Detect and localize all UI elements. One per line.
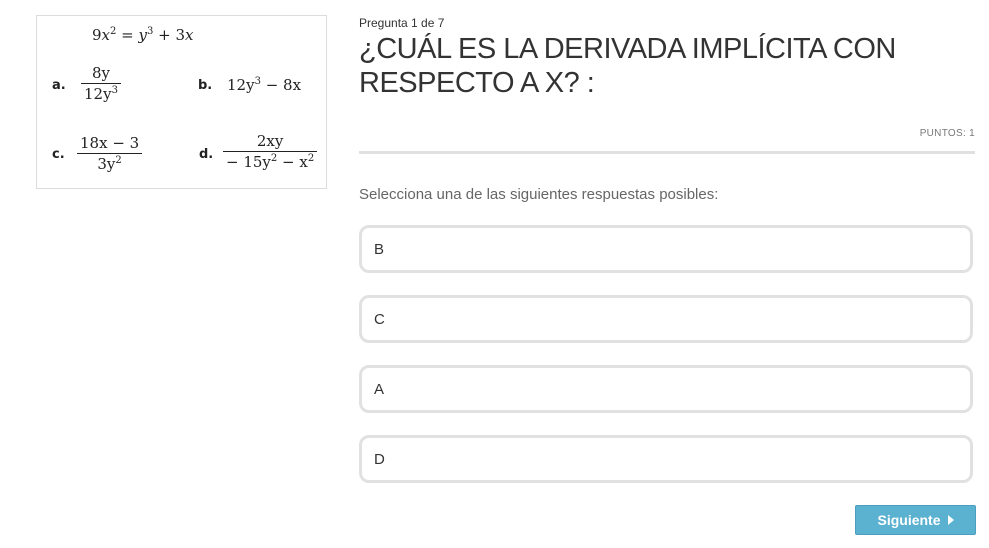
option-a-fraction: 8y 12y3 (81, 64, 121, 103)
answer-option-label: D (374, 450, 385, 468)
question-image: 9x2 = y3 + 3x a. 8y 12y3 b. 12y3 − 8x c.… (36, 15, 327, 189)
answer-option-label: C (374, 310, 385, 328)
option-c-fraction: 18x − 3 3y2 (77, 134, 143, 173)
question-title: ¿CUÁL ES LA DERIVADA IMPLÍCITA CON RESPE… (359, 33, 896, 99)
option-a-denominator: 12y3 (84, 85, 118, 103)
next-button-label: Siguiente (877, 512, 941, 528)
option-c-denominator: 3y2 (97, 155, 122, 173)
option-a-label: a. (52, 78, 66, 93)
instruction-text: Selecciona una de las siguientes respues… (359, 186, 719, 203)
equation: 9x2 = y3 + 3x (92, 26, 194, 44)
answer-option[interactable]: C (359, 295, 973, 343)
answer-option-label: B (374, 240, 385, 258)
answer-option[interactable]: A (359, 365, 973, 413)
divider (359, 151, 975, 154)
option-d-denominator: − 15y2 − x2 (226, 153, 315, 171)
next-button[interactable]: Siguiente (855, 505, 976, 535)
caret-right-icon (947, 515, 954, 525)
points-label: PUNTOS: 1 (919, 128, 975, 139)
option-b-label: b. (198, 78, 213, 93)
option-a-numerator: 8y (91, 64, 110, 82)
answer-option[interactable]: B (359, 225, 973, 273)
option-d-numerator: 2xy (256, 132, 284, 150)
option-d-label: d. (199, 147, 214, 162)
option-c-label: c. (52, 147, 65, 162)
answer-option[interactable]: D (359, 435, 973, 483)
option-b-expression: 12y3 − 8x (227, 76, 302, 94)
option-d-fraction: 2xy − 15y2 − x2 (223, 132, 318, 171)
answer-option-label: A (374, 380, 385, 398)
question-counter: Pregunta 1 de 7 (359, 16, 445, 30)
option-c-numerator: 18x − 3 (80, 134, 140, 152)
